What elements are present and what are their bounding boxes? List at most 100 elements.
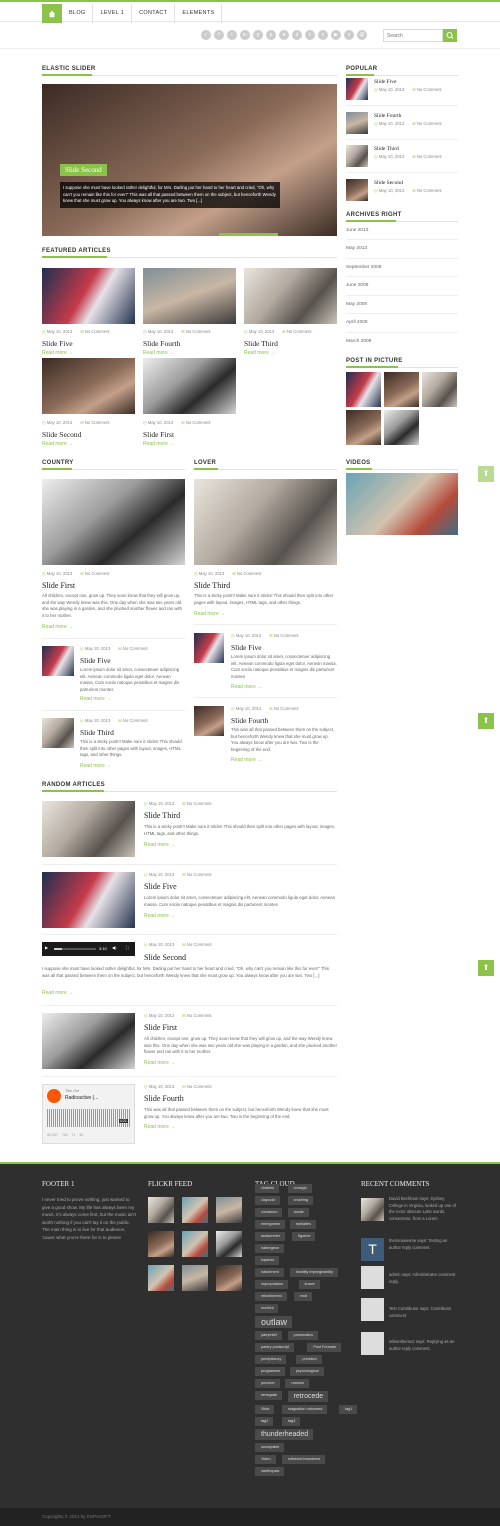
tag-link[interactable]: doolie xyxy=(287,1208,309,1217)
popular-title[interactable]: Slide Second xyxy=(374,180,403,186)
post-comments[interactable]: ✉ No Comment xyxy=(80,329,109,334)
tag-link[interactable]: withered brandnew xyxy=(282,1455,326,1464)
post-thumb[interactable] xyxy=(42,801,135,857)
back-to-top-button[interactable]: ⬆ xyxy=(478,713,494,729)
post-thumb[interactable] xyxy=(42,718,74,748)
post-comments[interactable]: ✉ No Comment xyxy=(182,1084,211,1089)
country-main-image[interactable] xyxy=(42,479,185,565)
popular-title[interactable]: Slide Third xyxy=(374,146,399,152)
tag-link[interactable]: puncher xyxy=(255,1379,280,1388)
tag-link[interactable]: precipitancy xyxy=(255,1355,287,1364)
post-title[interactable]: Slide Five xyxy=(231,643,262,652)
youtube-icon[interactable]: ▶ xyxy=(331,30,341,40)
tag-link[interactable]: psychological xyxy=(289,1367,324,1376)
comment-text[interactable]: admin says: Administrator comment reply. xyxy=(389,1272,459,1285)
tag-link[interactable]: retrocede xyxy=(287,1391,329,1402)
flickr-thumb[interactable] xyxy=(148,1231,174,1257)
popular-thumb[interactable] xyxy=(346,179,368,201)
post-comments[interactable]: ✉ No Comment xyxy=(181,420,210,425)
featured-thumb[interactable] xyxy=(42,268,135,324)
back-to-top-button[interactable]: ⬆ xyxy=(478,466,494,482)
pinterest-icon[interactable]: p xyxy=(266,30,276,40)
tag-link[interactable]: cinnamon xyxy=(255,1208,283,1217)
tag-link[interactable]: stagnation unhorsed xyxy=(282,1405,328,1414)
popular-thumb[interactable] xyxy=(346,78,368,100)
waveform[interactable] xyxy=(47,1109,131,1127)
flickr-thumb[interactable] xyxy=(216,1231,242,1257)
post-title[interactable]: Slide Fourth xyxy=(231,716,268,725)
tag-link[interactable]: outlaw xyxy=(255,1316,293,1328)
post-comments[interactable]: ✉ No Comment xyxy=(269,633,298,638)
tag-link[interactable]: energumen xyxy=(255,1220,286,1229)
archive-link[interactable]: September 2008 xyxy=(346,265,381,270)
read-more-link[interactable]: Read more → xyxy=(42,350,73,356)
post-title[interactable]: Slide Third xyxy=(194,581,230,590)
menu-item-elements[interactable]: ELEMENTS xyxy=(175,4,223,23)
home-button[interactable] xyxy=(42,4,62,23)
tag-link[interactable]: pamphlet xyxy=(255,1331,282,1340)
post-title[interactable]: Slide Second xyxy=(42,430,81,439)
post-title[interactable]: Slide Fourth xyxy=(143,339,180,348)
read-more-link[interactable]: Read more → xyxy=(80,696,111,702)
seek-bar[interactable] xyxy=(54,948,96,950)
search-button[interactable] xyxy=(443,29,457,42)
post-title[interactable]: Slide Five xyxy=(42,339,73,348)
tag-link[interactable]: thunderheaded xyxy=(255,1429,314,1440)
back-to-top-button[interactable]: ⬆ xyxy=(478,960,494,976)
fullscreen-icon[interactable]: ⛶ xyxy=(126,945,129,950)
slider-title[interactable]: Slide Second xyxy=(60,164,107,176)
flickr-thumb[interactable] xyxy=(148,1197,174,1223)
menu-item-blog[interactable]: BLOG xyxy=(62,4,94,23)
tag-link[interactable]: ephialtes xyxy=(289,1220,316,1229)
tag-link[interactable]: crushing xyxy=(287,1196,313,1205)
rss-icon[interactable]: r xyxy=(201,30,211,40)
comment-text[interactable]: themeawesme says: Testing an author repl… xyxy=(389,1238,459,1251)
post-comments[interactable]: ✉ No Comment xyxy=(118,718,147,723)
tag-link[interactable]: knave xyxy=(298,1280,320,1289)
tag-link[interactable]: hapless xyxy=(255,1256,280,1265)
tag-link[interactable]: misinformed xyxy=(255,1292,287,1301)
tag-link[interactable]: Video xyxy=(255,1455,276,1464)
post-comments[interactable]: ✉ No Comment xyxy=(182,1013,211,1018)
tumblr-icon[interactable]: t xyxy=(305,30,315,40)
popular-title[interactable]: Slide Fourth xyxy=(374,113,401,119)
read-more-link[interactable]: Read more → xyxy=(144,1124,175,1130)
read-more-link[interactable]: Read more → xyxy=(144,913,175,919)
tag-link[interactable]: tag1 xyxy=(338,1405,358,1414)
post-title[interactable]: Slide Third xyxy=(80,728,114,737)
tag-link[interactable]: tag2 xyxy=(255,1417,274,1426)
post-title[interactable]: Slide First xyxy=(143,430,174,439)
slider-progress[interactable] xyxy=(219,233,278,236)
slider-image[interactable]: Slide Second I suppose she must have loo… xyxy=(42,84,337,236)
post-title[interactable]: Slide First xyxy=(42,581,75,590)
post-comments[interactable]: ✉ No Comment xyxy=(118,646,147,651)
tag-link[interactable]: programme xyxy=(255,1367,286,1376)
lover-main-image[interactable] xyxy=(194,479,337,565)
tag-link[interactable]: hatchment xyxy=(255,1268,284,1277)
post-comments[interactable]: ✉ No Comment xyxy=(182,942,211,947)
post-comments[interactable]: ✉ No Comment xyxy=(80,571,109,576)
flickr-icon[interactable]: ● xyxy=(279,30,289,40)
tag-link[interactable]: xanthopsia xyxy=(255,1467,285,1476)
flickr-thumb[interactable] xyxy=(182,1231,208,1257)
tag-link[interactable]: montful xyxy=(255,1304,279,1313)
archive-link[interactable]: March 2008 xyxy=(346,339,371,344)
picture-thumb[interactable] xyxy=(384,372,419,407)
tag-link[interactable]: unculpable xyxy=(255,1443,285,1452)
post-title[interactable]: Slide Fourth xyxy=(144,1094,184,1103)
tag-link[interactable]: habergeon xyxy=(255,1244,285,1253)
tag-link[interactable]: privation xyxy=(296,1355,322,1364)
post-title[interactable]: Slide Five xyxy=(144,882,177,891)
featured-thumb[interactable] xyxy=(42,358,135,414)
tag-link[interactable]: hostility impregnability xyxy=(289,1268,338,1277)
post-title[interactable]: Slide Second xyxy=(144,953,186,962)
tag-link[interactable]: renegade xyxy=(255,1391,283,1400)
post-comments[interactable]: ✉ No Comment xyxy=(412,121,441,126)
archive-link[interactable]: April 2008 xyxy=(346,320,368,325)
tag-link[interactable]: impropriation xyxy=(255,1280,288,1289)
post-comments[interactable]: ✉ No Comment xyxy=(181,329,210,334)
post-title[interactable]: Slide Third xyxy=(144,811,180,820)
post-comments[interactable]: ✉ No Comment xyxy=(269,706,298,711)
tag-link[interactable]: pneumatics xyxy=(287,1331,319,1340)
featured-thumb[interactable] xyxy=(143,268,236,324)
